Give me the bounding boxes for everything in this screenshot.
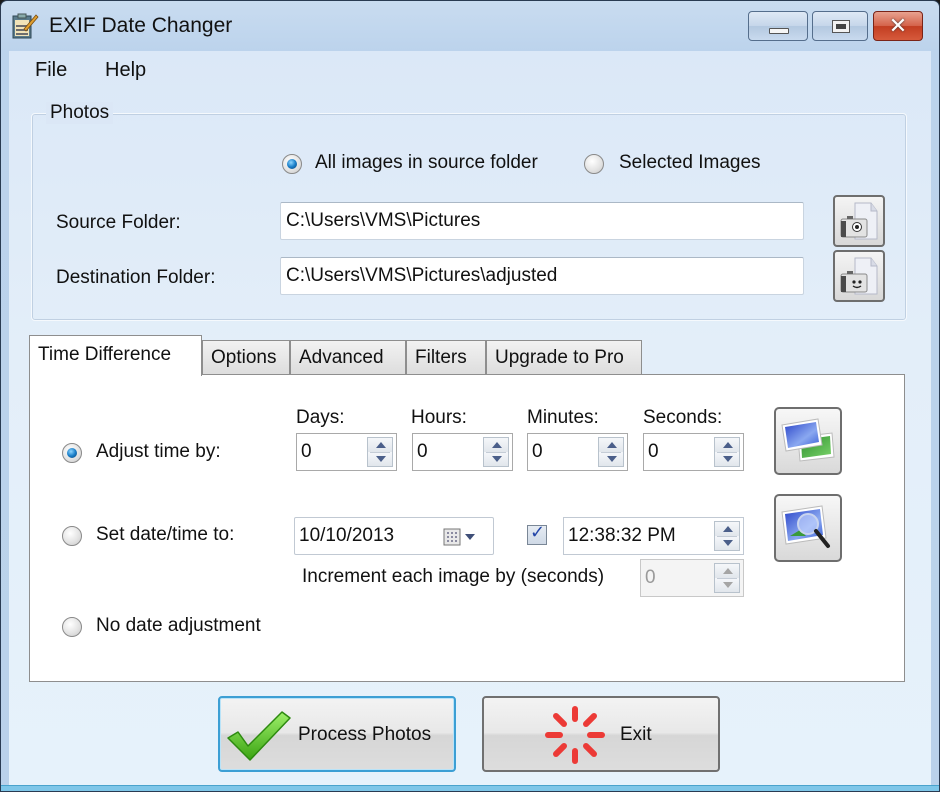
radio-selected-images[interactable] bbox=[584, 154, 604, 174]
radio-adjust-time[interactable] bbox=[62, 443, 82, 463]
folder-camera-icon bbox=[840, 257, 878, 295]
menu-file[interactable]: File bbox=[35, 59, 67, 82]
radio-adjust-time-label[interactable]: Adjust time by: bbox=[96, 441, 221, 463]
window-bottom-border bbox=[1, 785, 939, 791]
browse-destination-button[interactable] bbox=[833, 250, 885, 302]
spin-up-icon[interactable] bbox=[607, 442, 617, 448]
photos-icon bbox=[781, 418, 835, 462]
process-photos-label: Process Photos bbox=[298, 724, 432, 745]
minutes-value[interactable]: 0 bbox=[532, 441, 543, 463]
hours-value[interactable]: 0 bbox=[417, 441, 428, 463]
radio-set-datetime[interactable] bbox=[62, 526, 82, 546]
minimize-icon bbox=[769, 28, 789, 34]
increment-label: Increment each image by (seconds) bbox=[302, 566, 605, 587]
minutes-label: Minutes: bbox=[527, 407, 599, 428]
radio-set-datetime-label[interactable]: Set date/time to: bbox=[96, 524, 234, 546]
photos-group-label: Photos bbox=[46, 102, 114, 124]
destination-folder-label: Destination Folder: bbox=[56, 267, 216, 288]
folder-camera-icon bbox=[840, 202, 878, 240]
spin-up-icon[interactable] bbox=[376, 442, 386, 448]
radio-no-adjustment[interactable] bbox=[62, 617, 82, 637]
time-spin-buttons[interactable] bbox=[714, 521, 740, 551]
tab-upgrade-to-pro[interactable]: Upgrade to Pro bbox=[486, 340, 642, 376]
hours-spinner[interactable]: 0 bbox=[412, 433, 513, 471]
spin-up-icon[interactable] bbox=[723, 442, 733, 448]
hours-label: Hours: bbox=[411, 407, 467, 428]
tab-options[interactable]: Options bbox=[202, 340, 290, 376]
time-picker[interactable]: 12:38:32 PM bbox=[563, 517, 744, 555]
close-icon: ✕ bbox=[888, 13, 908, 38]
app-icon bbox=[12, 13, 39, 39]
seconds-spin-buttons[interactable] bbox=[714, 437, 740, 467]
spin-up-icon[interactable] bbox=[723, 526, 733, 532]
spin-down-icon[interactable] bbox=[376, 456, 386, 462]
exit-label: Exit bbox=[620, 724, 652, 745]
menu-bar: File Help bbox=[9, 51, 931, 91]
exit-button[interactable]: Exit bbox=[482, 696, 720, 772]
spin-down-icon[interactable] bbox=[492, 456, 502, 462]
spin-down-icon[interactable] bbox=[607, 456, 617, 462]
increment-spin-buttons bbox=[714, 563, 740, 593]
spin-down-icon[interactable] bbox=[723, 540, 733, 546]
check-icon: ✓ bbox=[530, 522, 546, 542]
date-picker[interactable]: 10/10/2013 bbox=[294, 517, 494, 555]
days-value[interactable]: 0 bbox=[301, 441, 312, 463]
radio-selected-images-label[interactable]: Selected Images bbox=[619, 152, 761, 174]
client-area: File Help Photos All images in source fo… bbox=[9, 51, 931, 786]
increment-spinner: 0 bbox=[640, 559, 744, 597]
calendar-dropdown-icon[interactable] bbox=[443, 528, 483, 546]
seconds-spinner[interactable]: 0 bbox=[643, 433, 744, 471]
source-folder-input[interactable]: C:\Users\VMS\Pictures bbox=[280, 202, 804, 240]
minutes-spinner[interactable]: 0 bbox=[527, 433, 628, 471]
time-difference-panel: Adjust time by: Days: Hours: Minutes: Se… bbox=[29, 374, 905, 682]
spin-down-icon bbox=[723, 582, 733, 588]
days-spin-buttons[interactable] bbox=[367, 437, 393, 467]
title-bar[interactable]: EXIF Date Changer ✕ bbox=[1, 1, 939, 51]
checkmark-icon bbox=[227, 711, 291, 761]
source-folder-label: Source Folder: bbox=[56, 212, 181, 233]
seconds-value[interactable]: 0 bbox=[648, 441, 659, 463]
time-value[interactable]: 12:38:32 PM bbox=[568, 525, 676, 547]
close-button[interactable]: ✕ bbox=[873, 11, 923, 41]
increment-value: 0 bbox=[645, 567, 656, 588]
tab-time-difference[interactable]: Time Difference bbox=[29, 335, 202, 376]
seconds-label: Seconds: bbox=[643, 407, 723, 428]
minutes-spin-buttons[interactable] bbox=[598, 437, 624, 467]
maximize-button[interactable] bbox=[812, 11, 868, 41]
photo-magnify-icon bbox=[781, 505, 830, 548]
tab-advanced[interactable]: Advanced bbox=[290, 340, 406, 376]
process-photos-button[interactable]: Process Photos bbox=[218, 696, 456, 772]
preview-button[interactable] bbox=[774, 494, 842, 562]
radio-all-images[interactable] bbox=[282, 154, 302, 174]
app-window: EXIF Date Changer ✕ File Help Photos All… bbox=[0, 0, 940, 792]
tab-filters[interactable]: Filters bbox=[406, 340, 486, 376]
time-enabled-checkbox[interactable]: ✓ bbox=[527, 522, 547, 545]
apply-adjustment-button[interactable] bbox=[774, 407, 842, 475]
spin-up-icon[interactable] bbox=[492, 442, 502, 448]
menu-help[interactable]: Help bbox=[105, 59, 146, 82]
browse-source-button[interactable] bbox=[833, 195, 885, 247]
spin-down-icon[interactable] bbox=[723, 456, 733, 462]
window-title: EXIF Date Changer bbox=[49, 14, 233, 37]
minimize-button[interactable] bbox=[748, 11, 808, 41]
date-value[interactable]: 10/10/2013 bbox=[299, 525, 394, 547]
hours-spin-buttons[interactable] bbox=[483, 437, 509, 467]
maximize-icon bbox=[832, 20, 850, 33]
radio-all-images-label[interactable]: All images in source folder bbox=[315, 152, 538, 174]
spin-up-icon bbox=[723, 568, 733, 574]
destination-folder-input[interactable]: C:\Users\VMS\Pictures\adjusted bbox=[280, 257, 804, 295]
days-label: Days: bbox=[296, 407, 345, 428]
exit-burst-icon bbox=[545, 706, 605, 764]
radio-no-adjustment-label[interactable]: No date adjustment bbox=[96, 615, 261, 637]
days-spinner[interactable]: 0 bbox=[296, 433, 397, 471]
photos-groupbox: Photos All images in source folder Selec… bbox=[31, 102, 907, 321]
